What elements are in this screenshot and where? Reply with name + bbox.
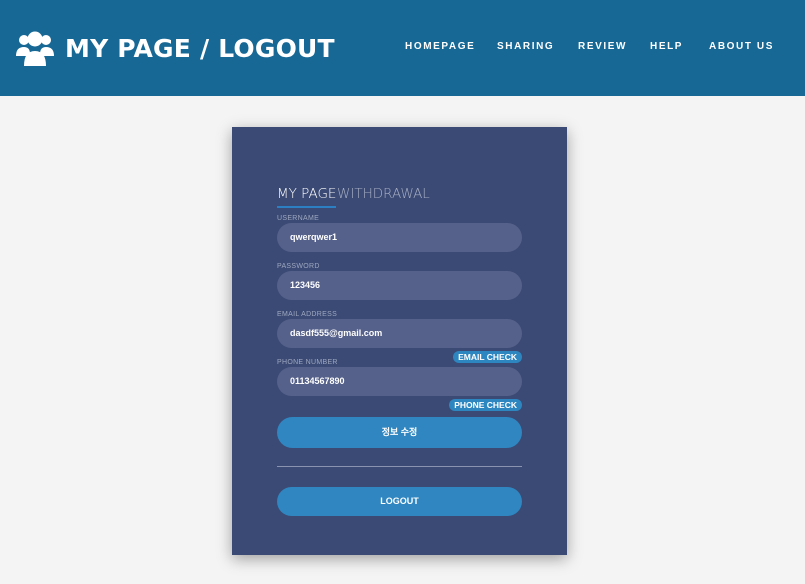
header-bar: MY PAGE / LOGOUT HOMEPAGE SHARING REVIEW… bbox=[0, 0, 805, 96]
divider bbox=[277, 466, 522, 467]
nav-about-us[interactable]: ABOUT US bbox=[709, 41, 774, 52]
nav-help[interactable]: HELP bbox=[650, 41, 683, 52]
my-page-card: MY PAGE WITHDRAWAL USERNAME qwerqwer1 PA… bbox=[232, 127, 567, 555]
phone-field[interactable]: 01134567890 bbox=[277, 367, 522, 396]
top-nav: HOMEPAGE SHARING REVIEW HELP ABOUT US bbox=[0, 41, 805, 55]
password-field[interactable]: 123456 bbox=[277, 271, 522, 300]
password-label: PASSWORD bbox=[277, 263, 320, 270]
nav-sharing[interactable]: SHARING bbox=[497, 41, 554, 52]
tab-withdrawal[interactable]: WITHDRAWAL bbox=[337, 186, 430, 202]
nav-review[interactable]: REVIEW bbox=[578, 41, 627, 52]
update-info-button[interactable]: 정보 수정 bbox=[277, 417, 522, 448]
logout-button[interactable]: LOGOUT bbox=[277, 487, 522, 516]
phone-check-button[interactable]: PHONE CHECK bbox=[449, 399, 522, 411]
phone-label: PHONE NUMBER bbox=[277, 359, 338, 366]
username-label: USERNAME bbox=[277, 215, 320, 222]
tab-my-page[interactable]: MY PAGE bbox=[277, 186, 337, 208]
email-check-button[interactable]: EMAIL CHECK bbox=[453, 351, 522, 363]
email-label: EMAIL ADDRESS bbox=[277, 311, 338, 318]
email-field[interactable]: dasdf555@gmail.com bbox=[277, 319, 522, 348]
nav-homepage[interactable]: HOMEPAGE bbox=[405, 41, 475, 52]
username-field[interactable]: qwerqwer1 bbox=[277, 223, 522, 252]
